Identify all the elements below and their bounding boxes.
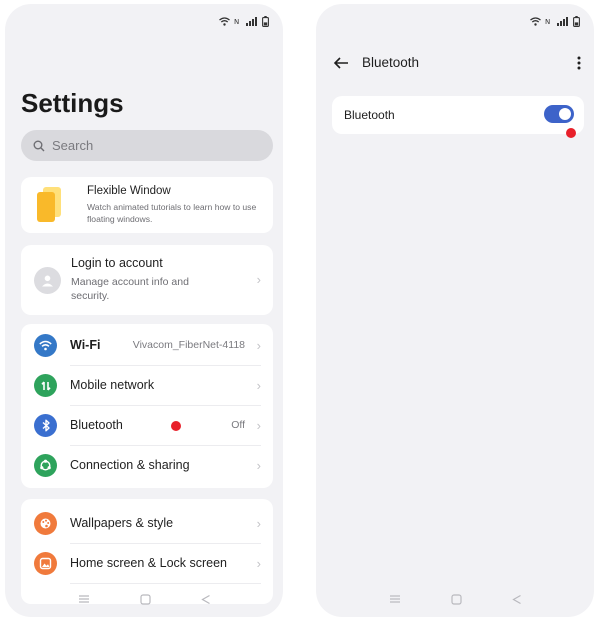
- flexible-window-description: Watch animated tutorials to learn how to…: [87, 202, 257, 224]
- wifi-icon: [219, 16, 230, 26]
- status-bar: N: [530, 14, 580, 28]
- login-title: Login to account: [71, 256, 163, 270]
- wifi-icon: [530, 16, 541, 26]
- wifi-label: Wi-Fi: [70, 338, 101, 352]
- menu-icon[interactable]: [78, 594, 90, 604]
- wifi-network-name: Vivacom_FiberNet-4118: [132, 339, 245, 351]
- avatar: [34, 267, 61, 294]
- chevron-right-icon: ›: [256, 272, 261, 287]
- settings-item-wallpapers[interactable]: Wallpapers & style ›: [21, 504, 273, 544]
- chevron-right-icon: ›: [256, 458, 261, 473]
- settings-item-wifi[interactable]: Wi-Fi Vivacom_FiberNet-4118 ›: [21, 326, 273, 366]
- bluetooth-label: Bluetooth: [70, 418, 123, 432]
- connection-sharing-icon: [34, 454, 57, 477]
- data-icon: N: [545, 18, 550, 26]
- chevron-right-icon: ›: [256, 378, 261, 393]
- login-account-card[interactable]: Login to account Manage account info and…: [21, 245, 273, 315]
- bluetooth-status: Off: [231, 419, 245, 431]
- svg-text:N: N: [234, 18, 239, 26]
- more-options-icon[interactable]: [574, 54, 584, 72]
- svg-text:N: N: [545, 18, 550, 26]
- chevron-right-icon: ›: [256, 516, 261, 531]
- flexible-window-title: Flexible Window: [87, 185, 171, 197]
- home-icon[interactable]: [139, 593, 151, 605]
- highlight-dot: [171, 421, 181, 431]
- divider: [70, 583, 261, 584]
- connectivity-card: Wi-Fi Vivacom_FiberNet-4118 › Mobile net…: [21, 324, 273, 488]
- navigation-bar: [5, 589, 283, 609]
- wallpapers-label: Wallpapers & style: [70, 516, 174, 530]
- user-icon: [42, 275, 53, 287]
- settings-item-bluetooth[interactable]: Bluetooth Off ›: [21, 406, 273, 446]
- bluetooth-toggle-card: Bluetooth: [332, 96, 584, 138]
- page-title: Settings: [21, 88, 124, 118]
- bluetooth-toggle[interactable]: [544, 105, 574, 123]
- search-bar[interactable]: Search: [21, 130, 273, 161]
- page-title: Bluetooth: [362, 55, 420, 70]
- connection-sharing-label: Connection & sharing: [70, 458, 190, 472]
- home-screen-icon: [34, 552, 57, 575]
- back-arrow-icon[interactable]: [332, 54, 350, 72]
- chevron-right-icon: ›: [256, 556, 261, 571]
- home-lock-screen-label: Home screen & Lock screen: [70, 556, 228, 570]
- wifi-icon: [34, 334, 57, 357]
- chevron-right-icon: ›: [256, 418, 261, 433]
- back-icon[interactable]: [511, 594, 522, 605]
- settings-item-home-lock-screen[interactable]: Home screen & Lock screen ›: [21, 544, 273, 584]
- mobile-network-label: Mobile network: [70, 378, 155, 392]
- flexible-window-card[interactable]: Flexible Window Watch animated tutorials…: [21, 177, 273, 233]
- bluetooth-toggle-label: Bluetooth: [344, 108, 395, 122]
- mobile-network-icon: [34, 374, 57, 397]
- palette-icon: [34, 512, 57, 535]
- settings-screen: N Settings Search Flexible Window Watch …: [5, 4, 283, 617]
- bluetooth-icon: [34, 414, 57, 437]
- back-icon[interactable]: [200, 594, 211, 605]
- battery-icon: [573, 15, 580, 27]
- search-placeholder: Search: [52, 138, 94, 153]
- signal-icon: [557, 16, 568, 26]
- navigation-bar: [316, 589, 594, 609]
- login-description: Manage account info and security.: [71, 276, 189, 302]
- bluetooth-screen: N Bluetooth Bluetooth: [316, 4, 594, 617]
- flexible-window-icon: [37, 187, 61, 222]
- battery-icon: [262, 15, 269, 27]
- settings-item-connection-sharing[interactable]: Connection & sharing ›: [21, 446, 273, 486]
- settings-item-mobile-network[interactable]: Mobile network ›: [21, 366, 273, 406]
- toggle-knob: [559, 108, 571, 120]
- highlight-dot: [566, 128, 576, 138]
- data-icon: N: [234, 18, 239, 26]
- menu-icon[interactable]: [389, 594, 401, 604]
- status-bar: N: [219, 14, 269, 28]
- home-icon[interactable]: [450, 593, 462, 605]
- chevron-right-icon: ›: [256, 338, 261, 353]
- search-icon: [33, 140, 45, 151]
- signal-icon: [246, 16, 257, 26]
